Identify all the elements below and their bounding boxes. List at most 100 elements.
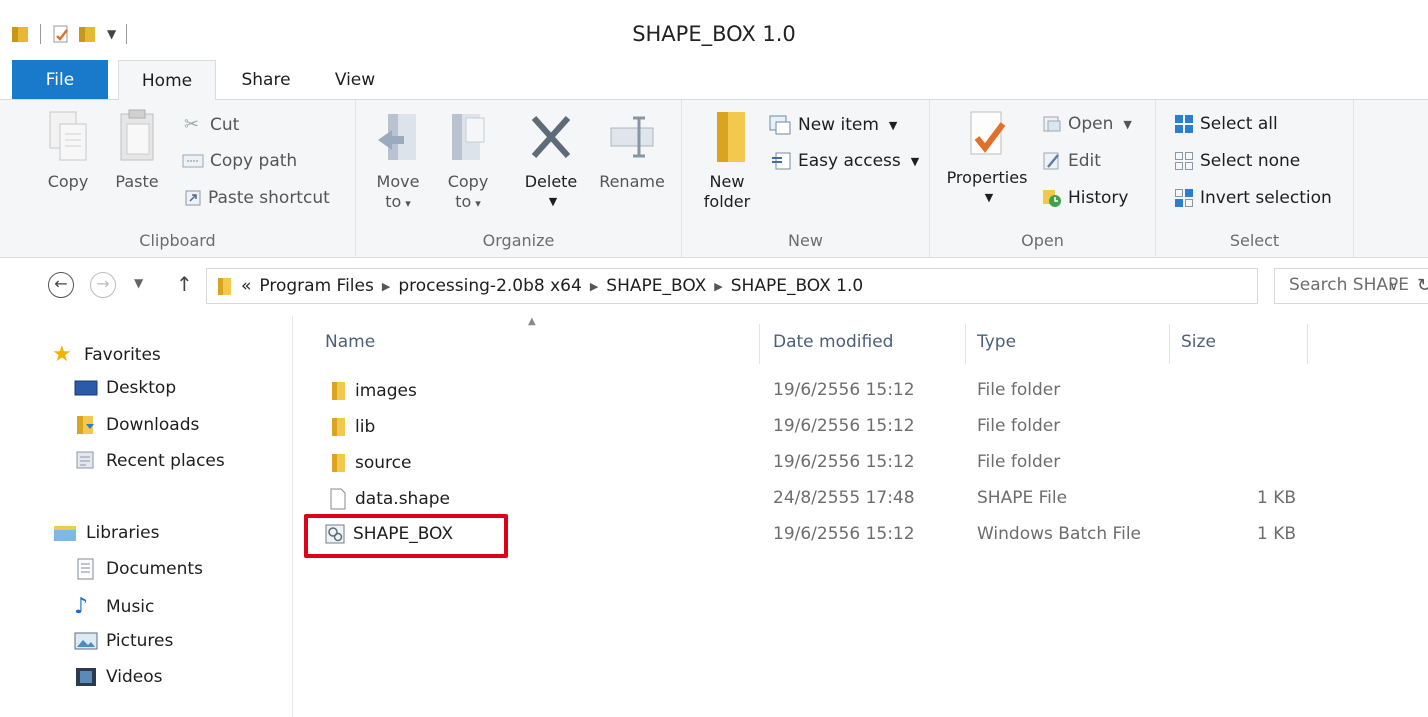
clipboard-group-label: Clipboard xyxy=(139,231,216,250)
up-arrow-icon[interactable]: ↑ xyxy=(176,272,193,296)
back-arrow-icon: ← xyxy=(54,274,68,293)
address-row: ← → ▼ ↑ « Program Files ▶ processing-2.0… xyxy=(0,258,1428,316)
nav-item-pictures[interactable]: Pictures xyxy=(74,630,173,652)
paste-button[interactable]: Paste xyxy=(108,108,166,192)
copy-to-icon xyxy=(452,114,485,160)
new-item-label: New item xyxy=(798,115,879,135)
chevron-right-icon[interactable]: ▶ xyxy=(714,280,722,293)
tab-file[interactable]: File xyxy=(12,60,108,99)
paste-shortcut-label: Paste shortcut xyxy=(208,188,330,208)
rename-button[interactable]: Rename xyxy=(592,108,672,192)
documents-icon xyxy=(77,558,94,580)
highlight-box xyxy=(304,514,508,558)
nav-item-label: Desktop xyxy=(106,378,177,398)
recent-locations-dropdown-icon[interactable]: ▼ xyxy=(134,276,143,290)
properties-button[interactable]: Properties ▼ xyxy=(940,108,1034,208)
new-folder-icon xyxy=(717,112,745,162)
paste-shortcut-icon xyxy=(185,190,201,206)
select-none-button[interactable]: Select none xyxy=(1174,151,1300,171)
table-row[interactable]: lib 19/6/2556 15:12 File folder xyxy=(293,410,1428,446)
move-to-button[interactable]: Move to ▾ xyxy=(370,108,426,214)
downloads-folder-icon xyxy=(77,416,94,434)
nav-item-label: Documents xyxy=(106,559,203,579)
clipboard-group: Copy Paste ✂ Cut Copy path Paste shortcu… xyxy=(0,100,356,258)
copy-to-label-line2: to ▾ xyxy=(455,192,481,211)
column-header-type[interactable]: Type xyxy=(977,332,1016,352)
nav-item-downloads[interactable]: Downloads xyxy=(74,414,199,436)
properties-icon xyxy=(970,111,1006,155)
history-button[interactable]: History xyxy=(1042,188,1128,208)
chevron-right-icon[interactable]: ▶ xyxy=(382,280,390,293)
delete-button[interactable]: Delete ▼ xyxy=(514,108,588,212)
invert-selection-icon xyxy=(1175,189,1193,207)
back-button[interactable]: ← xyxy=(48,272,74,298)
breadcrumb-overflow[interactable]: « xyxy=(241,276,251,296)
breadcrumb-item-program-files[interactable]: Program Files xyxy=(259,276,373,296)
tab-home[interactable]: Home xyxy=(118,60,216,101)
copy-to-button[interactable]: Copy to ▾ xyxy=(440,108,496,214)
invert-selection-button[interactable]: Invert selection xyxy=(1174,188,1332,208)
breadcrumb-item-shape-box[interactable]: SHAPE_BOX xyxy=(606,276,706,296)
file-name-cell: data.shape xyxy=(329,488,450,510)
cut-button[interactable]: ✂ Cut xyxy=(184,114,239,135)
chevron-right-icon[interactable]: ▶ xyxy=(590,280,598,293)
paste-shortcut-button[interactable]: Paste shortcut xyxy=(184,188,330,208)
properties-dropdown-icon[interactable]: ▼ xyxy=(944,188,1034,208)
open-dropdown-icon: ▼ xyxy=(1123,117,1132,131)
column-divider[interactable] xyxy=(965,324,966,364)
delete-dropdown-icon[interactable]: ▼ xyxy=(518,192,588,212)
search-input[interactable]: Search SHAPE xyxy=(1274,268,1428,304)
copy-button[interactable]: Copy xyxy=(40,108,96,192)
column-divider[interactable] xyxy=(1169,324,1170,364)
folder-icon xyxy=(332,418,345,436)
address-bar[interactable]: « Program Files ▶ processing-2.0b8 x64 ▶… xyxy=(206,268,1428,304)
new-group-label: New xyxy=(788,231,823,250)
nav-item-libraries[interactable]: Libraries xyxy=(52,522,159,544)
nav-item-videos[interactable]: Videos xyxy=(74,666,163,688)
easy-access-icon xyxy=(772,152,791,170)
file-name-cell: source xyxy=(329,452,411,474)
column-header-name[interactable]: Name xyxy=(325,332,375,352)
organize-group: Move to ▾ Copy to ▾ Delete ▼ Rename Organi… xyxy=(356,100,682,258)
select-none-icon xyxy=(1175,152,1193,170)
copy-icon xyxy=(49,111,87,161)
copy-path-icon xyxy=(182,154,204,168)
table-row[interactable]: source 19/6/2556 15:12 File folder xyxy=(293,446,1428,482)
nav-item-documents[interactable]: Documents xyxy=(74,558,203,580)
breadcrumb-item-processing[interactable]: processing-2.0b8 x64 xyxy=(398,276,582,296)
paste-icon xyxy=(120,109,154,161)
copy-path-button[interactable]: Copy path xyxy=(182,151,297,171)
pictures-icon xyxy=(74,632,98,650)
table-row[interactable]: data.shape 24/8/2555 17:48 SHAPE File 1 … xyxy=(293,482,1428,518)
new-group: New folder New item ▼ Easy access ▼ New xyxy=(682,100,930,258)
column-header-size[interactable]: Size xyxy=(1181,332,1216,352)
file-name: data.shape xyxy=(355,489,450,509)
tab-share[interactable]: Share xyxy=(226,60,306,100)
nav-item-desktop[interactable]: Desktop xyxy=(74,378,176,398)
tab-view[interactable]: View xyxy=(324,60,386,100)
file-icon xyxy=(330,488,346,510)
nav-item-label: Libraries xyxy=(86,523,160,543)
table-row[interactable]: images 19/6/2556 15:12 File folder xyxy=(293,374,1428,410)
select-all-button[interactable]: Select all xyxy=(1174,114,1278,134)
edit-label: Edit xyxy=(1068,151,1101,171)
new-folder-button[interactable]: New folder xyxy=(694,108,760,212)
nav-item-favorites[interactable]: ★ Favorites xyxy=(52,342,161,367)
column-divider[interactable] xyxy=(1307,324,1308,364)
breadcrumb-item-shape-box-1-0[interactable]: SHAPE_BOX 1.0 xyxy=(731,276,863,296)
properties-label: Properties xyxy=(946,168,1028,187)
easy-access-button[interactable]: Easy access ▼ xyxy=(770,151,919,171)
nav-item-recent-places[interactable]: Recent places xyxy=(74,450,225,472)
history-icon xyxy=(1043,190,1061,207)
open-button[interactable]: Open ▼ xyxy=(1042,114,1132,134)
nav-item-music[interactable]: ♪ Music xyxy=(74,594,154,619)
forward-button[interactable]: → xyxy=(90,272,116,298)
edit-button[interactable]: Edit xyxy=(1042,151,1101,171)
history-label: History xyxy=(1068,188,1129,208)
new-item-button[interactable]: New item ▼ xyxy=(768,114,897,136)
column-header-date-modified[interactable]: Date modified xyxy=(773,332,893,352)
column-divider[interactable] xyxy=(759,324,760,364)
breadcrumb: « Program Files ▶ processing-2.0b8 x64 ▶… xyxy=(215,269,863,303)
new-folder-label-line2: folder xyxy=(703,192,751,211)
sort-ascending-icon: ▲ xyxy=(528,316,536,327)
